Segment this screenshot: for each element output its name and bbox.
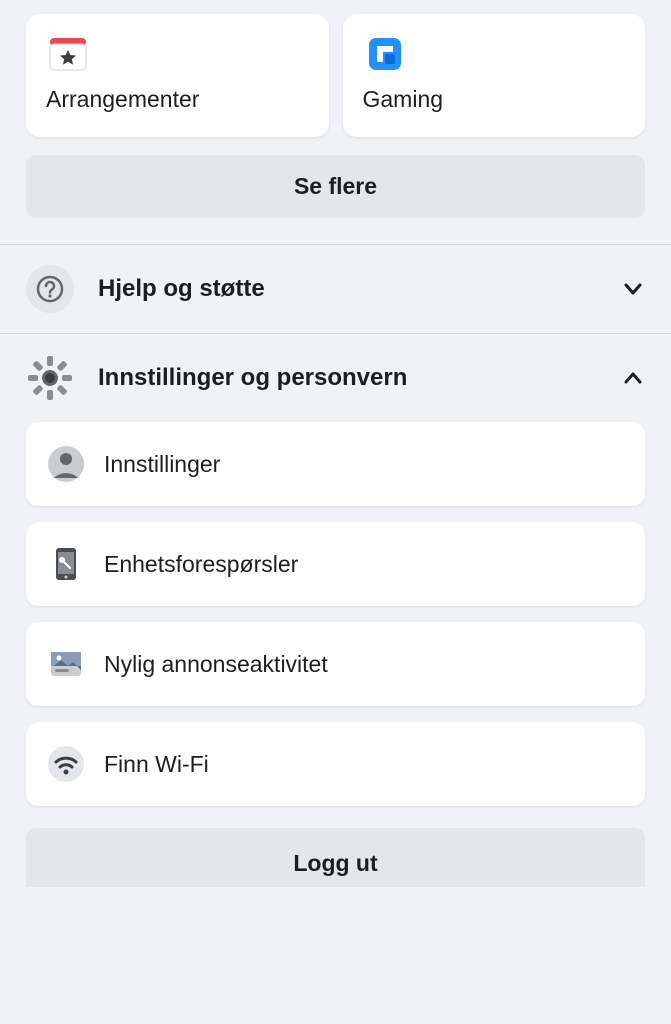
help-icon: [26, 265, 74, 313]
settings-item-settings[interactable]: Innstillinger: [26, 422, 645, 506]
phone-key-icon: [46, 544, 86, 584]
section-settings-privacy-title: Innstillinger og personvern: [98, 364, 621, 392]
settings-item-label: Finn Wi-Fi: [104, 751, 209, 778]
shortcut-gaming-label: Gaming: [363, 86, 626, 113]
shortcut-gaming[interactable]: Gaming: [343, 14, 646, 137]
gaming-icon: [363, 32, 407, 76]
settings-item-label: Enhetsforespørsler: [104, 551, 298, 578]
logout-button[interactable]: Logg ut: [26, 828, 645, 887]
person-circle-icon: [46, 444, 86, 484]
chevron-up-icon: [621, 366, 645, 390]
wifi-icon: [46, 744, 86, 784]
section-help-title: Hjelp og støtte: [98, 275, 621, 303]
shortcut-events-label: Arrangementer: [46, 86, 309, 113]
settings-item-device-requests[interactable]: Enhetsforespørsler: [26, 522, 645, 606]
gear-icon: [26, 354, 74, 402]
settings-item-find-wifi[interactable]: Finn Wi-Fi: [26, 722, 645, 806]
settings-item-label: Innstillinger: [104, 451, 220, 478]
settings-list: Innstillinger Enhetsforespørsler Nylig a: [0, 422, 671, 806]
see-more-button[interactable]: Se flere: [26, 155, 645, 218]
calendar-star-icon: [46, 32, 90, 76]
shortcut-events[interactable]: Arrangementer: [26, 14, 329, 137]
shortcuts-grid: Arrangementer Gaming: [0, 0, 671, 137]
image-card-icon: [46, 644, 86, 684]
section-settings-privacy[interactable]: Innstillinger og personvern: [0, 334, 671, 422]
section-help-support[interactable]: Hjelp og støtte: [0, 245, 671, 334]
settings-item-label: Nylig annonseaktivitet: [104, 651, 328, 678]
chevron-down-icon: [621, 277, 645, 301]
settings-item-recent-ad-activity[interactable]: Nylig annonseaktivitet: [26, 622, 645, 706]
